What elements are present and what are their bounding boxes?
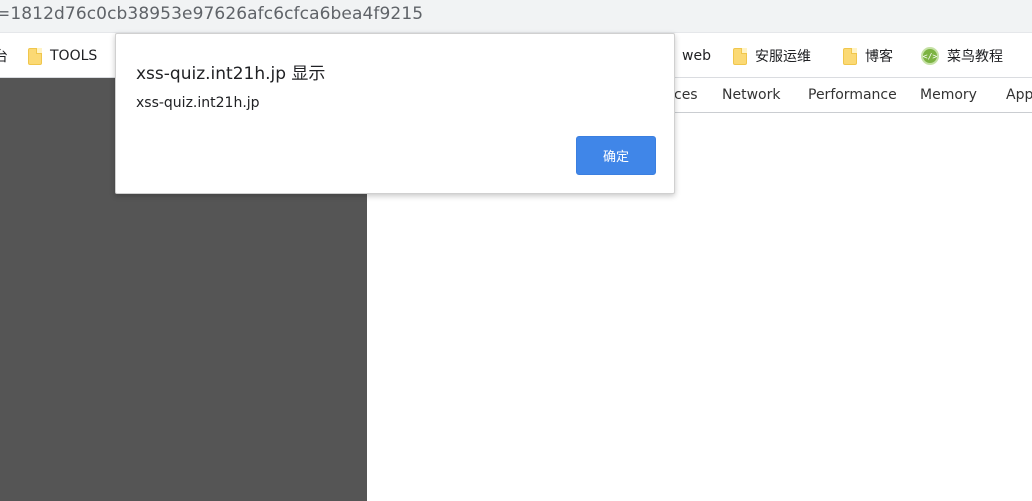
bookmark-web[interactable]: web (682, 45, 711, 67)
code-icon: </> (921, 47, 939, 65)
bookmark-label: 台 (0, 49, 8, 65)
tab-application[interactable]: App (1006, 87, 1032, 103)
bookmark-runoob[interactable]: </> 菜鸟教程 (921, 45, 1003, 67)
address-bar[interactable]: =1812d76c0cb38953e97626afc6cfca6bea4f921… (0, 0, 1032, 33)
address-url-text[interactable]: =1812d76c0cb38953e97626afc6cfca6bea4f921… (0, 4, 423, 24)
tab-memory[interactable]: Memory (920, 87, 977, 103)
browser-window: =1812d76c0cb38953e97626afc6cfca6bea4f921… (0, 0, 1032, 501)
dialog-message: xss-quiz.int21h.jp (136, 95, 260, 111)
folder-icon (28, 47, 42, 65)
folder-icon (843, 47, 857, 65)
bookmark-tools[interactable]: TOOLS (28, 45, 97, 67)
bookmark-label: 菜鸟教程 (947, 49, 1003, 65)
ok-button[interactable]: 确定 (576, 136, 656, 175)
bookmark-partial[interactable]: 台 (0, 45, 8, 67)
bookmark-label: web (682, 48, 711, 64)
bookmark-label: 博客 (865, 49, 893, 65)
dialog-title: xss-quiz.int21h.jp 显示 (136, 64, 326, 84)
tab-network[interactable]: Network (722, 87, 780, 103)
tab-performance[interactable]: Performance (808, 87, 897, 103)
bookmark-anfu-yunwei[interactable]: 安服运维 (733, 45, 811, 67)
folder-icon (733, 47, 747, 65)
alert-dialog: xss-quiz.int21h.jp 显示 xss-quiz.int21h.jp… (115, 33, 675, 194)
bookmark-label: TOOLS (50, 48, 98, 64)
tab-sources[interactable]: ces (674, 87, 698, 103)
bookmark-label: 安服运维 (755, 49, 811, 65)
bookmark-blog[interactable]: 博客 (843, 45, 893, 67)
